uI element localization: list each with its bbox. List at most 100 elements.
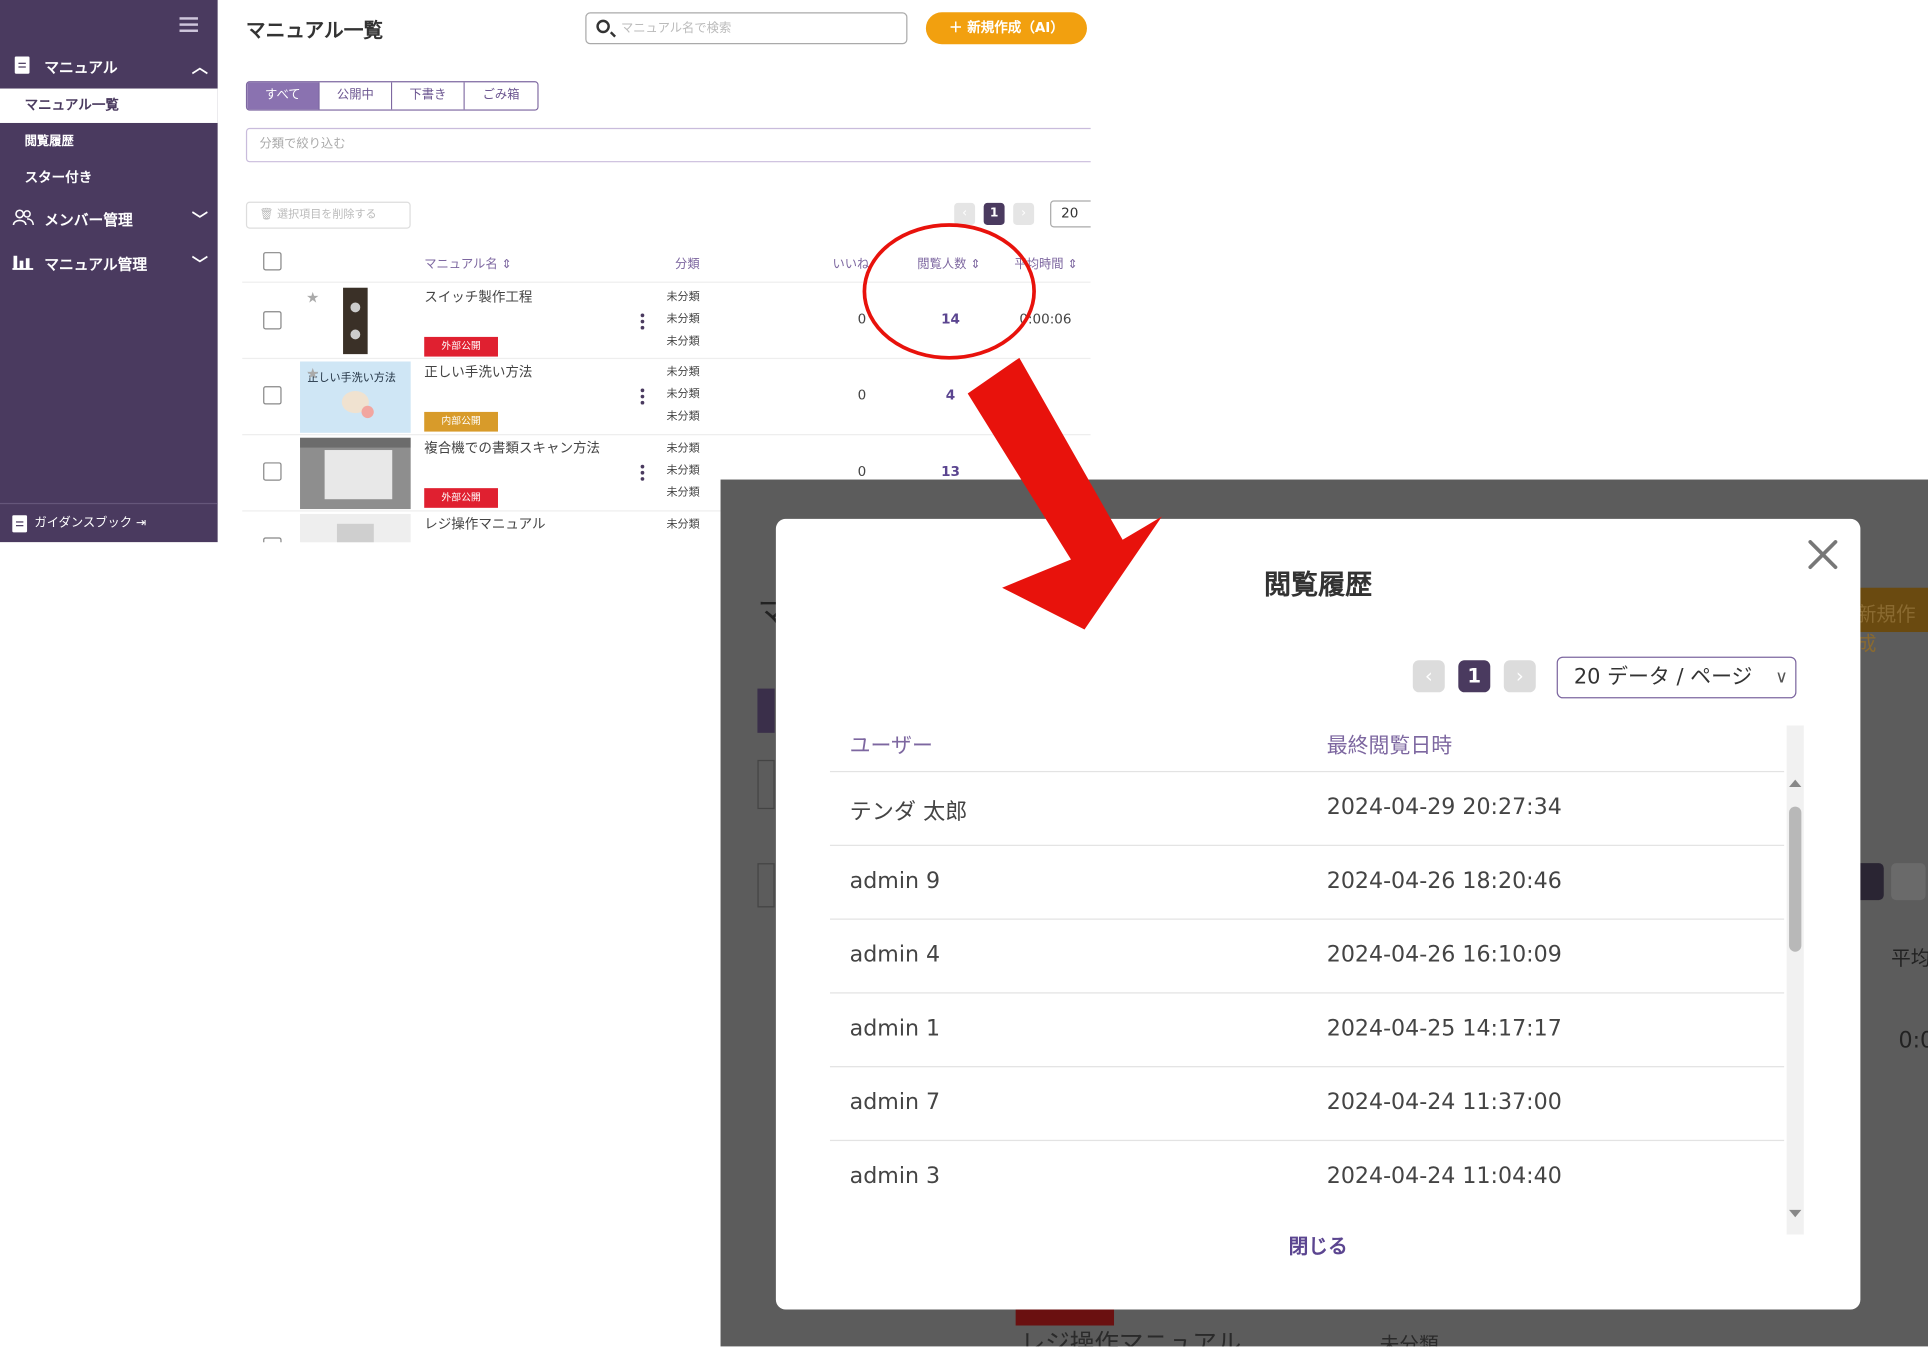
sidebar-section-label: マニュアル管理 xyxy=(44,255,148,273)
column-header-viewers[interactable]: 閲覧人数 ⇕ xyxy=(917,253,980,272)
star-icon[interactable]: ★ xyxy=(306,365,319,382)
viewers-count-link[interactable]: 14 xyxy=(926,311,975,327)
page-title: マニュアル一覧 xyxy=(245,18,384,42)
category-list: 未分類 xyxy=(666,514,699,536)
table-row: admin 4 2024-04-26 16:10:09 xyxy=(829,920,1785,994)
column-header-user: ユーザー xyxy=(849,734,933,759)
category-item: 未分類 xyxy=(666,366,700,379)
row-last-viewed: 2024-04-25 14:17:17 xyxy=(1326,1015,1562,1042)
row-last-viewed: 2024-04-26 18:20:46 xyxy=(1326,868,1562,894)
search-box[interactable] xyxy=(585,12,908,45)
manual-thumbnail xyxy=(300,285,411,356)
next-page-button[interactable]: › xyxy=(1013,202,1035,226)
tab-all[interactable]: すべて xyxy=(247,82,320,110)
scrollbar-thumb[interactable] xyxy=(1789,806,1802,952)
chevron-down-icon: ∨ xyxy=(1775,667,1788,688)
chevron-down-icon: ﹀ xyxy=(191,211,208,230)
more-options-icon[interactable] xyxy=(640,313,646,332)
background-button-fragment xyxy=(757,863,775,908)
tab-draft[interactable]: 下書き xyxy=(392,82,465,110)
status-tabs: すべて 公開中 下書き ごみ箱 xyxy=(245,81,539,111)
column-header-last-viewed: 最終閲覧日時 xyxy=(1326,734,1453,759)
likes-count: 0 xyxy=(857,311,867,328)
category-filter-input[interactable]: 分類で絞り込む xyxy=(245,127,1091,163)
sidebar-item-starred[interactable]: スター付き xyxy=(0,161,218,195)
category-list: 未分類 未分類 未分類 xyxy=(666,438,699,504)
row-last-viewed: 2024-04-24 11:04:40 xyxy=(1326,1163,1562,1190)
row-user: admin 7 xyxy=(849,1089,941,1116)
sidebar: マニュアル ︿ マニュアル一覧 閲覧履歴 スター付き メンバー管理 ﹀ マニュア… xyxy=(0,0,218,543)
external-link-icon: ⇥ xyxy=(135,516,147,530)
hamburger-menu-icon[interactable] xyxy=(179,17,198,35)
tab-trash[interactable]: ごみ箱 xyxy=(464,82,538,110)
scroll-down-arrow-icon[interactable] xyxy=(1789,1209,1802,1218)
guidebook-link[interactable]: ガイダンスブック ⇥ xyxy=(0,502,218,542)
tab-published[interactable]: 公開中 xyxy=(319,82,393,110)
visibility-badge: 内部公開 xyxy=(424,411,498,432)
search-input[interactable] xyxy=(620,17,892,40)
view-history-modal-screenshot: マ 新規作成 平均 0:0 レジ操作マニュアル 未分類 閲覧履歴 ‹ 1 › 2… xyxy=(720,479,1928,1347)
viewers-count-link[interactable]: 13 xyxy=(926,464,975,480)
viewers-count-link[interactable]: 4 xyxy=(926,387,975,403)
modal-title: 閲覧履歴 xyxy=(1264,570,1373,602)
row-checkbox[interactable] xyxy=(263,386,282,405)
column-header-avg-time[interactable]: 平均時間 ⇕ xyxy=(1014,253,1077,272)
sidebar-item-view-history[interactable]: 閲覧履歴 xyxy=(0,125,218,159)
background-row-category-fragment: 未分類 xyxy=(1379,1332,1439,1347)
category-item: 未分類 xyxy=(666,442,700,455)
background-tab-fragment xyxy=(757,688,775,733)
background-filter-fragment xyxy=(757,759,775,810)
table-row: admin 1 2024-04-25 14:17:17 xyxy=(829,994,1785,1068)
row-user: テンダ 太郎 xyxy=(849,799,968,826)
sidebar-section-label: メンバー管理 xyxy=(44,211,133,229)
category-item: 未分類 xyxy=(666,410,700,423)
likes-count: 0 xyxy=(857,387,867,404)
chevron-up-icon: ︿ xyxy=(191,59,208,78)
per-page-value: 20 データ / ページ xyxy=(1573,665,1753,690)
book-icon xyxy=(12,515,28,533)
table-row: admin 9 2024-04-26 18:20:46 xyxy=(829,846,1785,920)
per-page-select[interactable]: 20 xyxy=(1050,200,1091,228)
column-header-category: 分類 xyxy=(675,258,700,272)
more-options-icon[interactable] xyxy=(640,464,646,483)
manual-name-link[interactable]: 複合機での書類スキャン方法 xyxy=(424,438,600,458)
thumbnail-caption: 正しい手洗い方法 xyxy=(307,372,396,385)
close-button[interactable]: 閉じる xyxy=(776,1230,1861,1260)
category-item: 未分類 xyxy=(666,388,700,401)
new-manual-ai-button[interactable]: ＋ 新規作成（AI） xyxy=(925,12,1087,45)
sidebar-section-manual-admin[interactable]: マニュアル管理 ﹀ xyxy=(0,246,218,280)
manual-name-link[interactable]: スイッチ製作工程 xyxy=(424,286,532,306)
row-checkbox[interactable] xyxy=(263,462,282,481)
row-checkbox[interactable] xyxy=(263,537,282,543)
manual-name-link[interactable]: 正しい手洗い方法 xyxy=(424,362,532,382)
background-button-fragment: 新規作成 xyxy=(1849,587,1928,655)
sidebar-section-label: マニュアル xyxy=(44,59,118,77)
next-page-button[interactable]: › xyxy=(1503,660,1536,693)
column-header-name[interactable]: マニュアル名 ⇕ xyxy=(424,253,512,272)
manual-name-link[interactable]: レジ操作マニュアル xyxy=(424,514,545,534)
background-button-text: 新規作成 xyxy=(1856,602,1916,656)
row-last-viewed: 2024-04-24 11:37:00 xyxy=(1326,1089,1562,1116)
select-all-checkbox[interactable] xyxy=(263,252,282,271)
sidebar-section-members[interactable]: メンバー管理 ﹀ xyxy=(0,202,218,236)
row-checkbox[interactable] xyxy=(263,311,282,330)
scrollbar-track[interactable] xyxy=(1786,725,1804,1235)
row-user: admin 9 xyxy=(849,868,941,894)
guidebook-label: ガイダンスブック xyxy=(34,516,133,530)
category-item: 未分類 xyxy=(666,313,700,326)
row-last-viewed: 2024-04-26 16:10:09 xyxy=(1326,941,1562,968)
page-number-current[interactable]: 1 xyxy=(1458,660,1491,693)
prev-page-button[interactable]: ‹ xyxy=(1412,660,1445,693)
column-header-likes[interactable]: いいね xyxy=(832,253,869,272)
page-number-current[interactable]: 1 xyxy=(983,202,1005,226)
sidebar-item-manual-list[interactable]: マニュアル一覧 xyxy=(0,88,218,123)
category-item: 未分類 xyxy=(666,518,700,532)
table-row: テンダ 太郎 2024-04-29 20:27:34 xyxy=(829,772,1785,846)
delete-selected-button[interactable]: 🗑 選択項目を削除する xyxy=(245,201,411,229)
more-options-icon[interactable] xyxy=(640,388,646,407)
sidebar-section-manual[interactable]: マニュアル ︿ xyxy=(0,49,218,83)
per-page-select[interactable]: 20 データ / ページ ∨ xyxy=(1556,656,1797,699)
prev-page-button[interactable]: ‹ xyxy=(954,202,976,226)
search-icon xyxy=(596,19,610,34)
scroll-up-arrow-icon[interactable] xyxy=(1789,779,1802,787)
